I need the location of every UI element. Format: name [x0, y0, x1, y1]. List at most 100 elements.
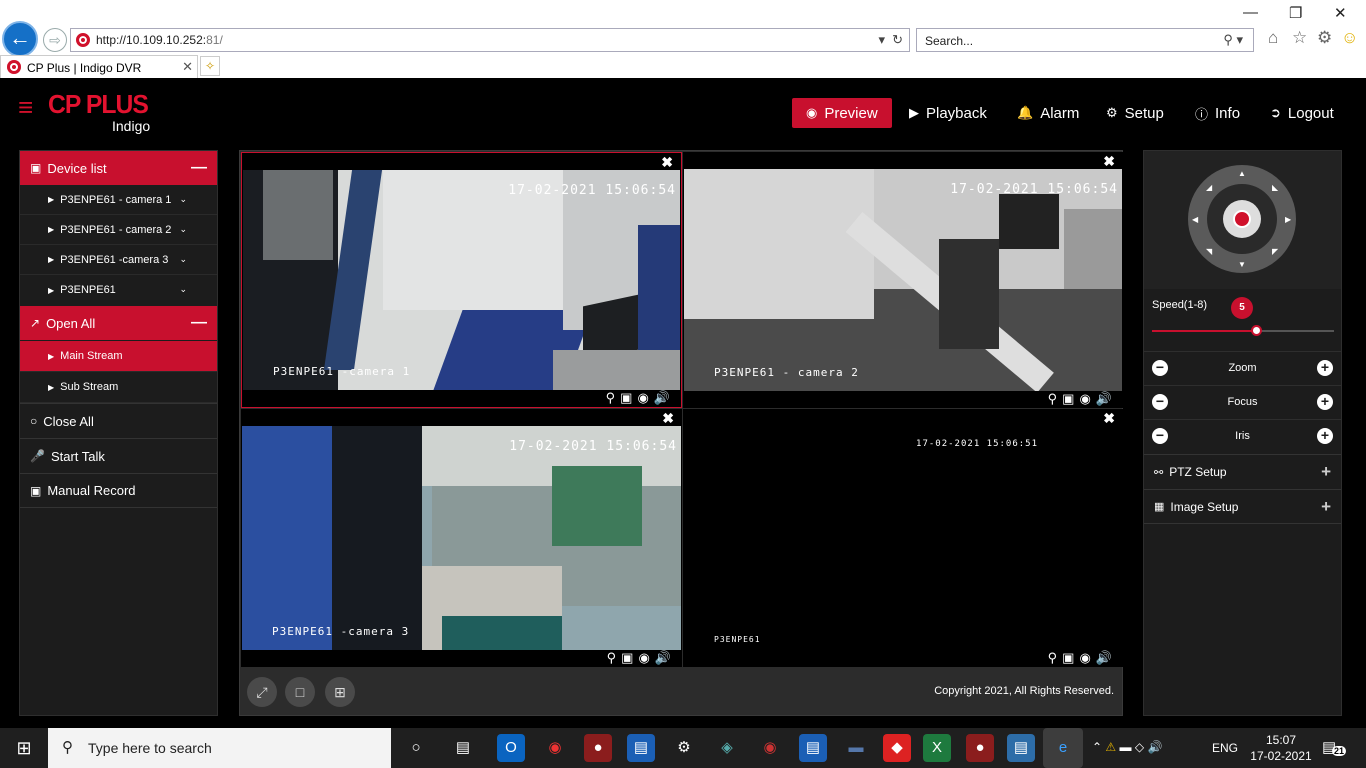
favorites-star-icon[interactable]: ☆	[1292, 28, 1307, 48]
zoom-in-icon[interactable]: ⚲	[606, 390, 621, 405]
arrow-up-left-icon[interactable]: ◢	[1206, 183, 1212, 192]
language-indicator[interactable]: ENG	[1212, 741, 1238, 755]
arrow-up-icon[interactable]: ▲	[1238, 169, 1246, 178]
arrow-right-icon[interactable]: ▶	[1285, 215, 1291, 224]
device-item[interactable]: ▶ P3ENPE61 -camera 3 ⌄	[20, 245, 217, 275]
device-item[interactable]: ▶ P3ENPE61 - camera 2 ⌄	[20, 215, 217, 245]
chevron-up-icon[interactable]: ⌃	[1092, 740, 1102, 754]
arrow-down-right-icon[interactable]: ◤	[1272, 247, 1278, 256]
app-icon[interactable]: ●	[584, 734, 612, 762]
video-tile[interactable]: ✖ 17-02-2021 15:06:54 P3ENPE61 -camera 3…	[241, 409, 682, 667]
minimize-icon[interactable]: —	[1243, 4, 1258, 21]
network-icon[interactable]: ◇	[1135, 740, 1144, 754]
anydesk-icon[interactable]: ◆	[883, 734, 911, 762]
new-tab-button[interactable]: ✧	[200, 56, 220, 76]
browser-search-field[interactable]: Search... ⚲ ▾	[916, 28, 1254, 52]
home-icon[interactable]: ⌂	[1268, 28, 1278, 48]
arrow-up-right-icon[interactable]: ◣	[1272, 183, 1278, 192]
single-view-icon[interactable]: □	[285, 677, 315, 707]
close-icon[interactable]: ✖	[662, 410, 674, 427]
zoom-in-icon[interactable]: ⚲	[607, 650, 622, 665]
arrow-down-left-icon[interactable]: ◥	[1206, 247, 1212, 256]
notification-center-icon[interactable]: ▤ 21	[1322, 738, 1347, 756]
document-app-icon[interactable]: ▤	[799, 734, 827, 762]
ptz-setup-row[interactable]: ⚯ PTZ Setup +	[1144, 454, 1341, 489]
device-item[interactable]: ▶ P3ENPE61 - camera 1 ⌄	[20, 185, 217, 215]
expand-plus-icon[interactable]: +	[1321, 497, 1331, 517]
clock[interactable]: 15:07 17-02-2021	[1249, 732, 1313, 764]
chevron-down-icon[interactable]: ⌄	[179, 224, 187, 235]
warning-icon[interactable]: ⚠	[1105, 740, 1116, 754]
excel-icon[interactable]: X	[923, 734, 951, 762]
direction-ring[interactable]: ▲ ▼ ◀ ▶ ◢ ◣ ◥ ◤	[1188, 165, 1296, 273]
record-icon[interactable]: ▣	[1062, 391, 1079, 406]
record-icon[interactable]: ▣	[1062, 650, 1079, 665]
video-tile[interactable]: ✖ 17-02-2021 15:06:51 P3ENPE61 ⚲▣◉🔊	[683, 409, 1123, 667]
start-talk-button[interactable]: 🎤 Start Talk	[20, 438, 217, 473]
arrow-left-icon[interactable]: ◀	[1192, 215, 1198, 224]
device-item[interactable]: ▶ P3ENPE61 ⌄	[20, 275, 217, 305]
utility-app-icon[interactable]: ▬	[842, 734, 870, 762]
collapse-icon[interactable]: —	[191, 314, 207, 332]
forward-button[interactable]: ⇨	[43, 28, 67, 52]
cortana-icon[interactable]: ○	[402, 734, 430, 762]
fullscreen-icon[interactable]: ⤢	[247, 677, 277, 707]
collapse-icon[interactable]: —	[191, 159, 207, 177]
audio-icon[interactable]: 🔊	[655, 650, 676, 665]
camera-snapshot-icon[interactable]: ◉	[1079, 650, 1095, 665]
chevron-down-icon[interactable]: ⌄	[179, 254, 187, 265]
feedback-smiley-icon[interactable]: ☺	[1341, 28, 1358, 48]
zoom-plus-icon[interactable]: +	[1317, 360, 1333, 376]
arrow-down-icon[interactable]: ▼	[1238, 260, 1246, 269]
refresh-icon[interactable]: ↻	[892, 32, 903, 48]
zoom-in-icon[interactable]: ⚲	[1048, 391, 1063, 406]
open-all-header[interactable]: ↗ Open All —	[20, 306, 217, 340]
network-app-icon[interactable]: ◈	[713, 734, 741, 762]
media-app-icon[interactable]: ◉	[756, 734, 784, 762]
sub-stream-option[interactable]: ▶ Sub Stream	[20, 372, 217, 403]
nav-preview[interactable]: ◉ Preview	[792, 98, 892, 128]
browser-tab[interactable]: CP Plus | Indigo DVR ✕	[0, 55, 198, 78]
close-icon[interactable]: ✖	[1103, 153, 1115, 170]
search-icon[interactable]: ⚲ ▾	[1223, 32, 1243, 48]
zoom-in-icon[interactable]: ⚲	[1048, 650, 1063, 665]
windows-start-icon[interactable]: ⊞	[0, 728, 48, 768]
camera-snapshot-icon[interactable]: ◉	[637, 390, 653, 405]
audio-icon[interactable]: 🔊	[1096, 650, 1117, 665]
record-icon[interactable]: ▣	[620, 390, 637, 405]
chevron-down-icon[interactable]: ⌄	[179, 194, 187, 205]
video-tile[interactable]: ✖ 17-02-2021 15:06:54 P3ENPE61 - camera …	[683, 152, 1123, 408]
nav-logout[interactable]: ➲ Logout	[1256, 98, 1348, 128]
battery-icon[interactable]: ▬	[1120, 740, 1132, 754]
camera-snapshot-icon[interactable]: ◉	[638, 650, 654, 665]
main-stream-option[interactable]: ▶ Main Stream	[20, 341, 217, 372]
close-icon[interactable]: ✖	[661, 154, 673, 171]
app-window-icon[interactable]: ▤	[627, 734, 655, 762]
internet-explorer-icon[interactable]: e	[1043, 728, 1083, 768]
nav-playback[interactable]: ▶ Playback	[895, 98, 1001, 128]
close-window-icon[interactable]: ✕	[1334, 4, 1347, 22]
image-setup-row[interactable]: ▦ Image Setup +	[1144, 489, 1341, 524]
iris-plus-icon[interactable]: +	[1317, 428, 1333, 444]
taskbar-search[interactable]: ⚲ Type here to search	[48, 728, 391, 768]
restore-icon[interactable]: ❐	[1289, 4, 1302, 22]
nav-alarm[interactable]: 🔔 Alarm	[1003, 98, 1093, 128]
video-tile[interactable]: ✖ 17-02-2021 15:06:54 P3ENPE61 -camera 1…	[241, 152, 682, 408]
dropdown-icon[interactable]: ▾	[878, 32, 885, 48]
nav-info[interactable]: ⓘ Info	[1181, 98, 1254, 128]
nav-setup[interactable]: ⚙ Setup	[1092, 98, 1178, 128]
tab-close-icon[interactable]: ✕	[182, 59, 193, 75]
camera-snapshot-icon[interactable]: ◉	[1079, 391, 1095, 406]
presentation-app-icon[interactable]: ▤	[1007, 734, 1035, 762]
close-icon[interactable]: ✖	[1103, 410, 1115, 427]
speed-slider[interactable]	[1152, 325, 1334, 336]
record-icon[interactable]: ▣	[621, 650, 638, 665]
audio-icon[interactable]: 🔊	[654, 390, 675, 405]
outlook-icon[interactable]: O	[497, 734, 525, 762]
focus-plus-icon[interactable]: +	[1317, 394, 1333, 410]
manual-record-button[interactable]: ▣ Manual Record	[20, 473, 217, 508]
device-list-header[interactable]: ▣ Device list —	[20, 151, 217, 185]
audio-icon[interactable]: 🔊	[1096, 391, 1117, 406]
quad-view-icon[interactable]: ⊞	[325, 677, 355, 707]
app-icon[interactable]: ●	[966, 734, 994, 762]
